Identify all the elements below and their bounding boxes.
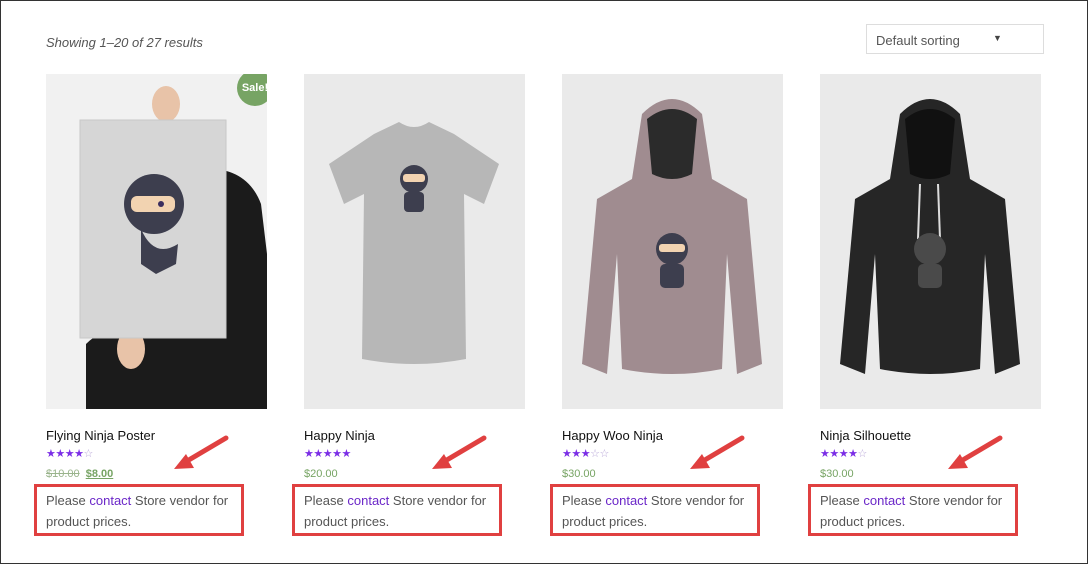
product-title[interactable]: Happy Woo Ninja [562, 428, 663, 443]
star-rating: ★★★★★ [304, 448, 351, 460]
product-title[interactable]: Ninja Silhouette [820, 428, 911, 443]
sorting-select[interactable]: Default sorting ▼ [866, 24, 1044, 54]
contact-link[interactable]: contact [863, 493, 905, 508]
price-notice: Please contact Store vendor for product … [820, 493, 1003, 529]
arrow-icon [690, 435, 745, 469]
product-card[interactable]: Happy Woo Ninja ★★★☆☆ $30.00 Please cont… [550, 74, 783, 536]
product-card[interactable]: Happy Ninja ★★★★★ $20.00 Please contact … [292, 74, 525, 536]
contact-link[interactable]: contact [605, 493, 647, 508]
price-notice: Please contact Store vendor for product … [304, 493, 487, 529]
result-count: Showing 1–20 of 27 results [46, 35, 203, 50]
product-price: $30.00 [562, 468, 596, 480]
product-title[interactable]: Flying Ninja Poster [46, 428, 155, 443]
product-image[interactable] [820, 74, 1041, 409]
arrow-icon [432, 435, 487, 469]
product-image[interactable] [304, 74, 525, 409]
star-rating: ★★★★☆ [46, 448, 93, 460]
product-image[interactable]: Sale! [46, 74, 267, 409]
price-notice: Please contact Store vendor for product … [562, 493, 745, 529]
product-card[interactable]: Sale! Flying Ninja Poster ★★★★☆ $10.00 $… [34, 74, 267, 536]
product-card[interactable]: Ninja Silhouette ★★★★☆ $30.00 Please con… [808, 74, 1041, 536]
old-price: $10.00 [46, 468, 80, 480]
price-notice: Please contact Store vendor for product … [46, 493, 229, 529]
sorting-select-value: Default sorting [876, 33, 960, 48]
product-price: $10.00 $8.00 [46, 468, 113, 480]
star-rating: ★★★☆☆ [562, 448, 609, 460]
chevron-down-icon: ▼ [993, 33, 1002, 43]
product-price: $30.00 [820, 468, 854, 480]
star-rating: ★★★★☆ [820, 448, 867, 460]
arrow-icon [174, 435, 229, 469]
product-price: $20.00 [304, 468, 338, 480]
product-title[interactable]: Happy Ninja [304, 428, 375, 443]
arrow-icon [948, 435, 1003, 469]
contact-link[interactable]: contact [89, 493, 131, 508]
sale-price: $8.00 [85, 468, 114, 480]
product-image[interactable] [562, 74, 783, 409]
contact-link[interactable]: contact [347, 493, 389, 508]
